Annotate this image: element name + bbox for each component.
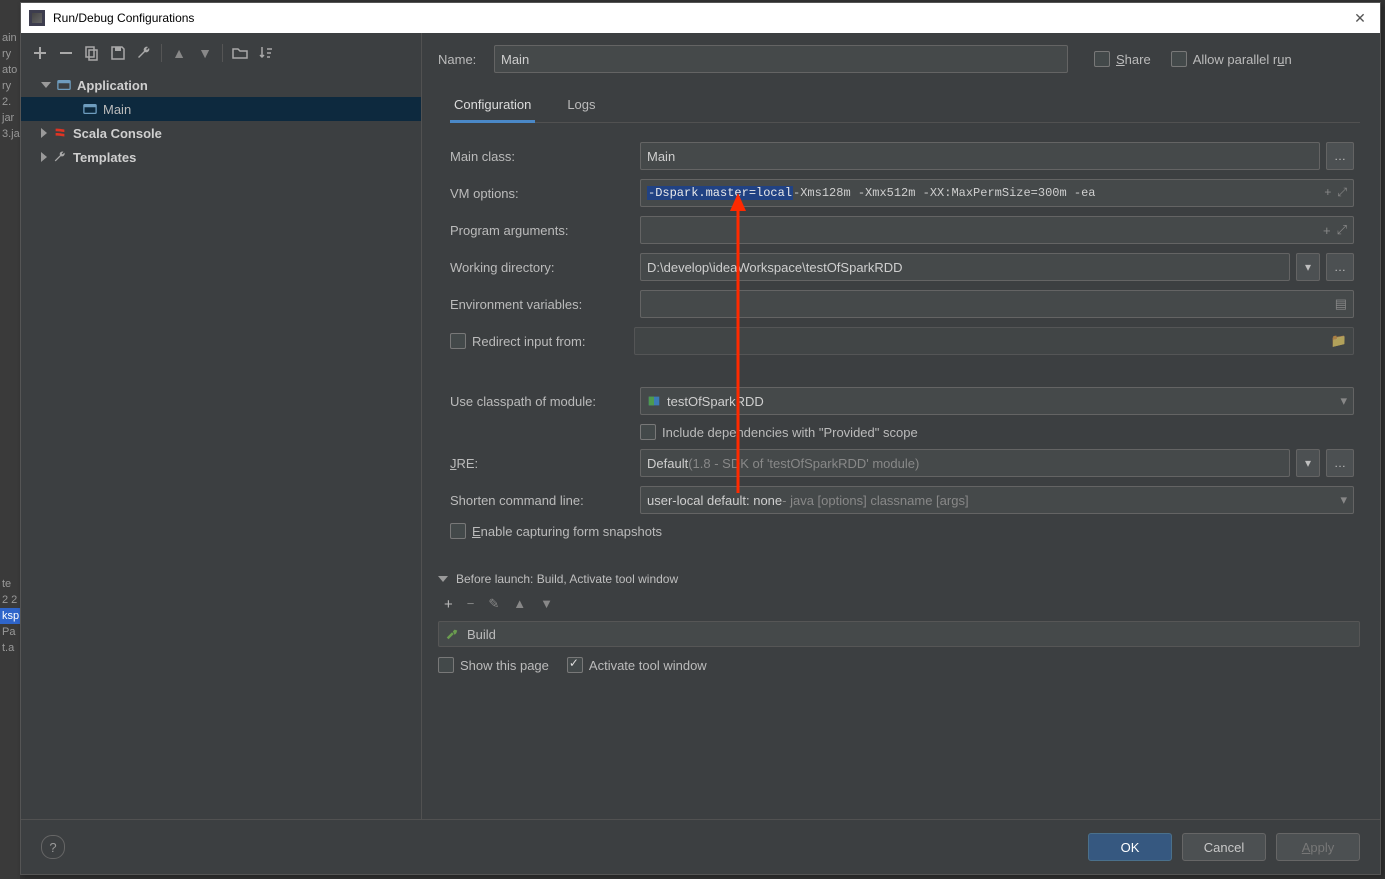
include-provided-checkbox[interactable]: Include dependencies with "Provided" sco… xyxy=(640,424,918,440)
allow-parallel-checkbox[interactable]: Allow parallel run xyxy=(1171,51,1292,67)
activate-tool-window-checkbox[interactable]: Activate tool window xyxy=(567,657,707,673)
classpath-label: Use classpath of module: xyxy=(450,394,640,409)
expand-icon[interactable]: ⤢ xyxy=(1337,186,1347,200)
wrench-icon[interactable] xyxy=(135,44,153,62)
app-icon xyxy=(29,10,45,26)
title-bar[interactable]: Run/Debug Configurations ✕ xyxy=(21,3,1380,33)
wrench-icon xyxy=(53,150,67,164)
before-launch-section: Before launch: Build, Activate tool wind… xyxy=(438,572,1360,679)
tabs: Configuration Logs xyxy=(450,91,1360,123)
vm-options-label: VM options: xyxy=(450,186,640,201)
tree-label: Main xyxy=(103,102,131,117)
cancel-button[interactable]: Cancel xyxy=(1182,833,1266,861)
remove-icon[interactable] xyxy=(57,44,75,62)
window-title: Run/Debug Configurations xyxy=(53,11,1348,25)
folder-icon[interactable]: 📁 xyxy=(1331,333,1347,349)
tree-node-main[interactable]: Main xyxy=(21,97,421,121)
program-args-label: Program arguments: xyxy=(450,223,640,238)
enable-capture-checkbox[interactable]: Enable capturing form snapshots xyxy=(450,523,662,539)
move-up-icon[interactable]: ▲ xyxy=(170,44,188,62)
left-panel: ▲ ▼ Application Main xyxy=(21,33,422,819)
tree-label: Scala Console xyxy=(73,126,162,141)
program-args-input[interactable]: +⤢ xyxy=(640,216,1354,244)
background-editor-strip: ainryato ry2.jar 3.ja te2 2 ksp Pat.a xyxy=(0,0,20,879)
move-up-icon: ▲ xyxy=(513,596,526,613)
run-debug-config-dialog: Run/Debug Configurations ✕ ▲ ▼ xyxy=(20,2,1381,875)
browse-button[interactable]: … xyxy=(1326,449,1354,477)
configuration-form: Main class: Main … VM options: -Dspark.m… xyxy=(438,133,1360,548)
dropdown-button[interactable]: ▾ xyxy=(1296,449,1320,477)
close-icon[interactable]: ✕ xyxy=(1348,10,1372,27)
copy-icon[interactable] xyxy=(83,44,101,62)
add-icon[interactable]: + xyxy=(1323,223,1331,238)
add-icon[interactable]: + xyxy=(1324,186,1331,200)
build-label: Build xyxy=(467,627,496,642)
tab-configuration[interactable]: Configuration xyxy=(450,91,535,122)
browse-button[interactable]: … xyxy=(1326,142,1354,170)
move-down-icon[interactable]: ▼ xyxy=(196,44,214,62)
hammer-icon xyxy=(445,627,459,641)
classpath-select[interactable]: testOfSparkRDD ▾ xyxy=(640,387,1354,415)
scala-icon xyxy=(53,126,67,140)
main-class-label: Main class: xyxy=(450,149,640,164)
right-panel: Name: Main Share Allow parallel run Conf… xyxy=(422,33,1380,819)
working-dir-input[interactable]: D:\develop\ideaWorkspace\testOfSparkRDD xyxy=(640,253,1290,281)
redirect-input-checkbox[interactable]: Redirect input from: xyxy=(450,333,634,349)
list-icon[interactable]: ▤ xyxy=(1335,296,1347,312)
folder-icon[interactable] xyxy=(231,44,249,62)
shorten-select[interactable]: user-local default: none - java [options… xyxy=(640,486,1354,514)
dropdown-button[interactable]: ▾ xyxy=(1296,253,1320,281)
share-checkbox[interactable]: Share xyxy=(1094,51,1151,67)
shorten-label: Shorten command line: xyxy=(450,493,640,508)
env-vars-label: Environment variables: xyxy=(450,297,640,312)
show-this-page-checkbox[interactable]: Show this page xyxy=(438,657,549,673)
main-class-input[interactable]: Main xyxy=(640,142,1320,170)
jre-select[interactable]: Default (1.8 - SDK of 'testOfSparkRDD' m… xyxy=(640,449,1290,477)
tab-logs[interactable]: Logs xyxy=(563,91,599,122)
edit-icon: ✎ xyxy=(488,596,499,613)
sort-icon[interactable] xyxy=(257,44,275,62)
remove-icon: − xyxy=(467,596,475,613)
expand-icon[interactable]: ⤢ xyxy=(1337,222,1347,238)
chevron-down-icon xyxy=(41,82,51,88)
before-launch-item-build[interactable]: Build xyxy=(438,621,1360,647)
tree-node-scala-console[interactable]: Scala Console xyxy=(21,121,421,145)
module-icon xyxy=(647,394,661,408)
working-dir-label: Working directory: xyxy=(450,260,640,275)
name-label: Name: xyxy=(438,52,494,67)
application-icon xyxy=(83,102,97,116)
application-icon xyxy=(57,78,71,92)
tree-toolbar: ▲ ▼ xyxy=(21,33,421,73)
apply-button[interactable]: Apply xyxy=(1276,833,1360,861)
tree-node-templates[interactable]: Templates xyxy=(21,145,421,169)
name-input[interactable]: Main xyxy=(494,45,1068,73)
before-launch-header: Before launch: Build, Activate tool wind… xyxy=(456,572,678,586)
add-icon[interactable]: + xyxy=(444,596,453,613)
tree-label: Application xyxy=(77,78,148,93)
config-tree[interactable]: Application Main Scala Console Templates xyxy=(21,73,421,819)
jre-label: JRE: xyxy=(450,456,640,471)
browse-button[interactable]: … xyxy=(1326,253,1354,281)
tree-label: Templates xyxy=(73,150,136,165)
redirect-input-field: 📁 xyxy=(634,327,1354,355)
tree-node-application[interactable]: Application xyxy=(21,73,421,97)
chevron-right-icon xyxy=(41,152,47,162)
save-icon[interactable] xyxy=(109,44,127,62)
move-down-icon: ▼ xyxy=(540,596,553,613)
add-icon[interactable] xyxy=(31,44,49,62)
chevron-right-icon xyxy=(41,128,47,138)
env-vars-input[interactable]: ▤ xyxy=(640,290,1354,318)
help-button[interactable]: ? xyxy=(41,835,65,859)
chevron-down-icon[interactable] xyxy=(438,576,448,582)
dialog-footer: ? OK Cancel Apply xyxy=(21,819,1380,874)
ok-button[interactable]: OK xyxy=(1088,833,1172,861)
vm-options-input[interactable]: -Dspark.master=local -Xms128m -Xmx512m -… xyxy=(640,179,1354,207)
